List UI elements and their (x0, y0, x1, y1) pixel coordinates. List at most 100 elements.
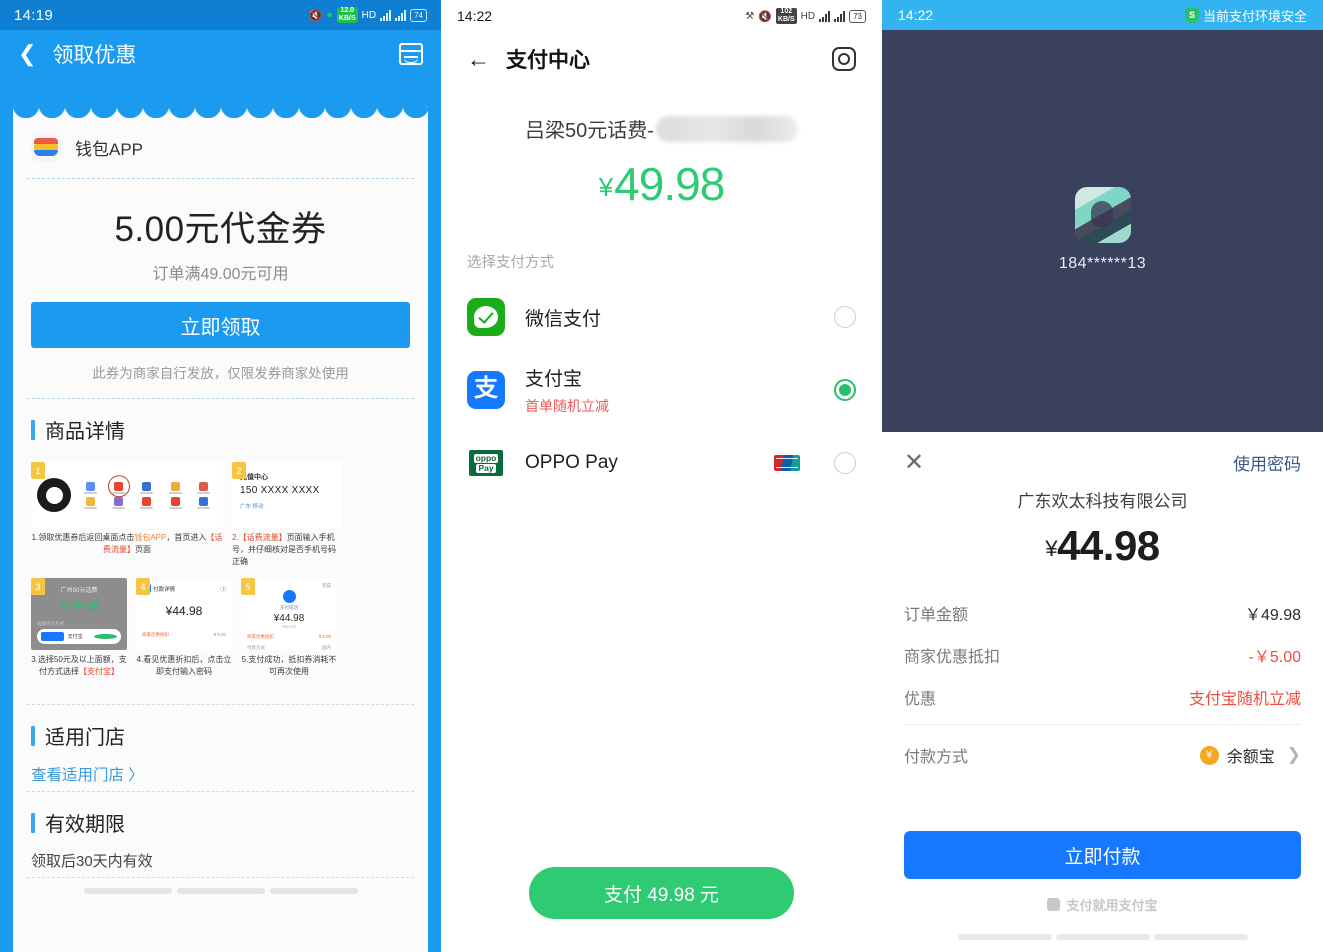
step5-payway-label: 付款方式 (247, 645, 265, 650)
coupon-condition: 订单满49.00元可用 (152, 266, 289, 283)
step-2-screenshot: 充值中心 150 XXXX XXXX 广东 移动 (232, 462, 342, 528)
radio-unselected[interactable] (834, 306, 856, 328)
step-2-caption: 2.【话费流量】页面输入手机号，并仔细核对是否手机号码正确 (232, 533, 336, 566)
arrow-left-icon[interactable]: ← (467, 46, 490, 73)
battery-icon: 74 (410, 8, 427, 22)
use-password-link[interactable]: 使用密码 (1233, 450, 1301, 475)
confirm-pay-button[interactable]: 立即付款 (904, 831, 1301, 879)
status-icons: ⚒ 🔇 102 KB/S HD 73 (745, 8, 866, 24)
system-nav-bars-3 (882, 934, 1323, 940)
hd-icon: HD (361, 9, 377, 21)
step-number: 1 (31, 462, 45, 479)
payment-method-alipay[interactable]: 支 支付宝 首单随机立减 (441, 350, 882, 430)
mini-app-highlighted (105, 481, 131, 494)
mini-app (105, 496, 131, 509)
chevron-left-icon[interactable]: ❮ (18, 43, 36, 65)
footer-text: 支付就用支付宝 (1066, 898, 1158, 913)
detail-rows: 订单金额 ￥49.98 商家优惠抵扣 -￥5.00 优惠 支付宝随机立减 付款方… (904, 592, 1301, 776)
section-title-detail: 商品详情 (31, 415, 410, 444)
coupon-note: 此券为商家自行发放，仅限发券商家处使用 (92, 366, 349, 381)
merchant-name: 广东欢太科技有限公司 (1017, 492, 1188, 511)
status-clock: 14:19 (14, 6, 54, 24)
step5-payway-value: 国内 (322, 645, 331, 650)
claim-button[interactable]: 立即领取 (31, 302, 410, 348)
step-4-screenshot: 付款详情 ⓘ ¥44.98 商家优惠抵扣 ￥5.00 (136, 578, 232, 650)
currency-symbol: ¥ (598, 172, 614, 202)
mute-icon: 🔇 (308, 9, 323, 22)
order-summary: 吕梁50元话费- ¥49.98 (441, 86, 882, 211)
recharge-region: 广东 移动 (240, 504, 264, 510)
step-3-caption: 3.选择50元及以上面额，支付方式选择【支付宝】 (31, 655, 127, 676)
step4-amount: ¥44.98 (165, 604, 203, 618)
step4-discount-row: 商家优惠抵扣 ￥5.00 (142, 632, 226, 638)
pay-button[interactable]: 支付 49.98 元 (529, 867, 794, 919)
step5-amount: ¥44.98 (273, 613, 305, 624)
status-clock: 14:22 (457, 8, 493, 24)
methods-label: 选择支付方式 (467, 255, 554, 271)
coupon-ticket-icon[interactable] (399, 43, 423, 65)
settings-gear-icon[interactable] (832, 47, 856, 71)
mute-icon: 🔇 (758, 10, 772, 23)
view-stores-link[interactable]: 查看适用门店 〉 (31, 763, 410, 785)
close-icon[interactable]: ✕ (904, 450, 924, 475)
recharge-center-title: 充值中心 (240, 474, 268, 481)
step3-title: 广州50元话费 (60, 588, 98, 594)
mini-app (77, 496, 103, 509)
step5-status: 支付成功 (280, 605, 298, 610)
brand-name: 钱包APP (75, 139, 144, 159)
row-value: ￥49.98 (1244, 607, 1301, 624)
page-title: 支付中心 (506, 49, 590, 72)
signal-2-icon (395, 9, 407, 21)
radio-selected[interactable] (834, 379, 856, 401)
alarm-icon: ⚒ (745, 10, 755, 22)
row-promo: 优惠 支付宝随机立减 (904, 676, 1301, 718)
step5-discount-value: ￥5.00 (317, 634, 331, 639)
wallet-app-icon (31, 132, 61, 162)
signal-1-icon (380, 9, 392, 21)
radio-unselected[interactable] (834, 452, 856, 474)
step5-payway-row: 付款方式 国内 (247, 645, 331, 650)
step3-method: 支付宝 (67, 634, 83, 640)
payway-value-group: ¥ 余额宝 ❯ (1199, 743, 1301, 767)
step-5-caption: 5.支付成功，抵扣券消耗不可再次使用 (241, 655, 337, 676)
system-nav-bars-1 (13, 878, 428, 894)
payment-method-wechat[interactable]: 微信支付 (441, 284, 882, 350)
instruction-image-grid: 1 1.领取优惠券后返回桌面点击钱包APP，首页进入【话费流量】页面 2 充值中… (13, 450, 428, 704)
user-avatar (1074, 187, 1131, 243)
step-5-screenshot: 完成 支付成功 ¥44.98 ¥50.00 商家优惠抵扣 ￥5.00 付款方式 (241, 578, 337, 650)
order-name: 吕梁50元话费- (525, 120, 654, 142)
recharge-phone-number: 150 XXXX XXXX (240, 485, 320, 496)
row-key: 优惠 (904, 691, 937, 708)
masked-phone: 184******13 (1058, 255, 1147, 272)
brand-row: 钱包APP (13, 118, 428, 178)
step-2: 2 充值中心 150 XXXX XXXX 广东 移动 2.【话费流量】页面输入手… (232, 462, 342, 568)
method-name: OPPO Pay (525, 452, 618, 473)
coupon-card: 钱包APP 5.00元代金券 订单满49.00元可用 立即领取 此券为商家自行发… (13, 105, 428, 952)
method-name: 支付宝 (525, 369, 583, 390)
status-clock: 14:22 (898, 7, 934, 23)
payment-method-oppopay[interactable]: oppo Pay OPPO Pay (441, 430, 882, 496)
row-key: 商家优惠抵扣 (904, 649, 1001, 666)
mini-app (191, 481, 217, 494)
status-bar-3: 14:22 S 当前支付环境安全 (882, 0, 1323, 30)
hd-icon: HD (800, 10, 816, 22)
step-1-screenshot (31, 462, 223, 528)
step5-discount-row: 商家优惠抵扣 ￥5.00 (247, 634, 331, 640)
payment-method-list: 微信支付 支 支付宝 首单随机立减 oppo Pay OPPO Pay (441, 284, 882, 496)
step-1: 1 1.领取优惠券后返回桌面点击钱包APP，首页进入【话费流量】页面 (31, 462, 223, 568)
section-title-validity: 有效期限 (31, 808, 410, 837)
wechat-pay-icon (467, 298, 505, 336)
security-icon: ● (326, 9, 333, 21)
row-value: 支付宝随机立减 (1188, 691, 1301, 708)
step-1-caption: 1.领取优惠券后返回桌面点击钱包APP，首页进入【话费流量】页面 (31, 533, 223, 554)
alipay-icon (41, 632, 64, 641)
row-payment-method[interactable]: 付款方式 ¥ 余额宝 ❯ (904, 724, 1301, 776)
step-5: 5 完成 支付成功 ¥44.98 ¥50.00 商家优惠抵扣 ￥5.00 付款方… (241, 578, 337, 678)
alipay-footer: 支付就用支付宝 (882, 895, 1323, 914)
row-merchant-discount: 商家优惠抵扣 -￥5.00 (904, 634, 1301, 676)
secure-text: 当前支付环境安全 (1202, 8, 1307, 24)
order-name-row: 吕梁50元话费- (525, 114, 798, 143)
network-speed-icon: 12.0 KB/S (336, 7, 358, 23)
step-number: 4 (136, 578, 150, 595)
step-number: 3 (31, 578, 45, 595)
